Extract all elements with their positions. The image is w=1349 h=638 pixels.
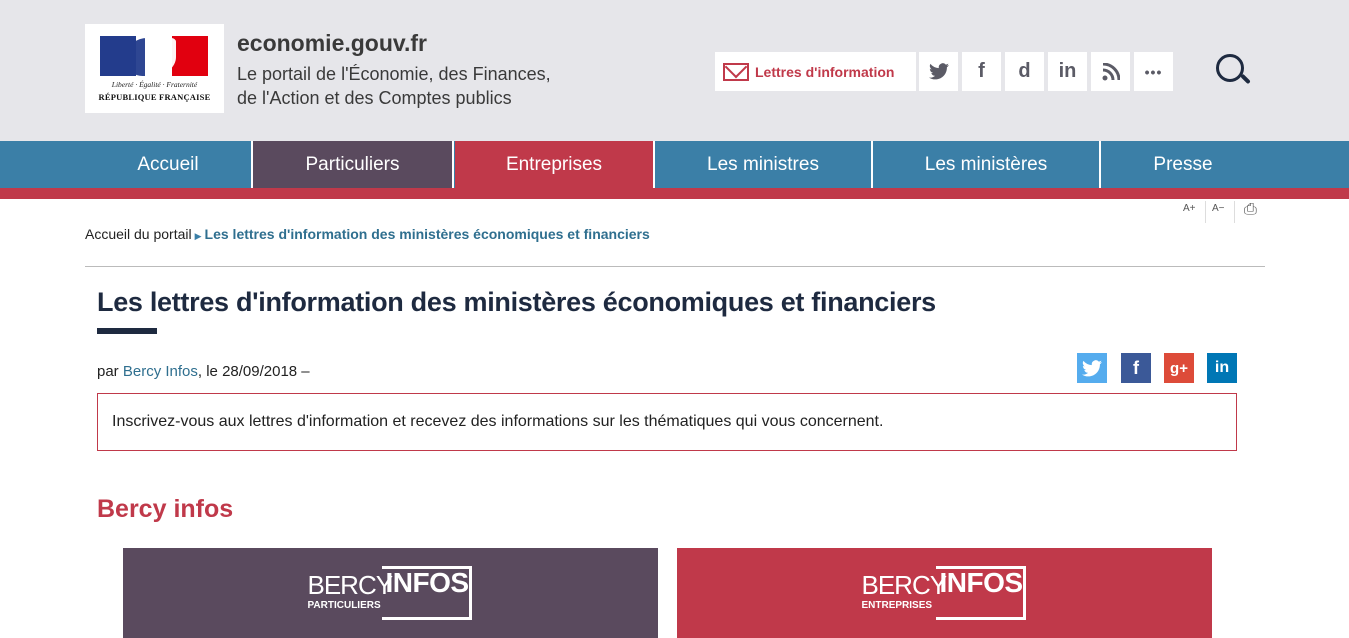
twitter-link[interactable]	[919, 52, 958, 91]
nav-item-presse[interactable]: Presse	[1101, 141, 1265, 188]
logo-infos: INFOS	[385, 567, 470, 598]
facebook-icon: f	[978, 60, 985, 82]
logo-bercy: BERCY	[861, 570, 948, 600]
rss-link[interactable]	[1091, 52, 1130, 91]
share-facebook-icon: f	[1133, 357, 1139, 378]
author-link[interactable]: Bercy Infos	[123, 363, 198, 380]
twitter-icon	[928, 63, 949, 80]
byline-prefix: par	[97, 363, 119, 380]
dailymotion-link[interactable]: d	[1005, 52, 1044, 91]
breadcrumb-current: Les lettres d'information des ministères…	[204, 226, 650, 242]
share-facebook-button[interactable]: f	[1121, 353, 1151, 383]
section-title: Bercy infos	[97, 495, 234, 523]
article-date: , le 28/09/2018 –	[197, 363, 310, 380]
print-icon[interactable]: ⎙	[1244, 201, 1257, 219]
marianne-flag-icon	[100, 36, 208, 76]
nav-item-les-ministres[interactable]: Les ministres	[655, 141, 873, 188]
logo-republic-name: RÉPUBLIQUE FRANÇAISE	[98, 92, 211, 102]
font-decrease-button[interactable]: A−	[1212, 203, 1225, 214]
site-description: Le portail de l'Économie, des Finances, …	[237, 62, 597, 110]
logo-sub: ENTREPRISES	[861, 600, 933, 611]
facebook-link[interactable]: f	[962, 52, 1001, 91]
linkedin-icon: in	[1058, 60, 1077, 82]
nav-item-entreprises[interactable]: Entreprises	[455, 141, 655, 188]
divider	[85, 266, 1265, 267]
logo-bercy: BERCY	[307, 570, 394, 600]
search-icon[interactable]	[1214, 52, 1251, 88]
share-twitter-icon	[1082, 359, 1102, 376]
more-icon: •••	[1144, 63, 1163, 80]
newsletter-label: Lettres d'information	[755, 63, 895, 80]
tool-divider	[1234, 201, 1235, 223]
intro-text: Inscrivez-vous aux lettres d'information…	[112, 413, 884, 430]
page-title: Les lettres d'information des ministères…	[97, 287, 936, 317]
republique-francaise-logo[interactable]: Liberté · Égalité · Fraternité RÉPUBLIQU…	[85, 24, 224, 113]
nav-item-les-ministeres[interactable]: Les ministères	[873, 141, 1101, 188]
article-byline: par Bercy Infos, le 28/09/2018 –	[97, 363, 310, 380]
bercy-infos-entreprises-card[interactable]: BERCY INFOS ENTREPRISES	[677, 548, 1212, 638]
site-name[interactable]: economie.gouv.fr	[237, 30, 427, 57]
more-link[interactable]: •••	[1134, 52, 1173, 91]
breadcrumb-home[interactable]: Accueil du portail	[85, 226, 192, 242]
mail-icon	[723, 62, 749, 81]
nav-item-accueil[interactable]: Accueil	[85, 141, 253, 188]
tool-divider	[1205, 201, 1206, 223]
share-twitter-button[interactable]	[1077, 353, 1107, 383]
share-googleplus-button[interactable]: g+	[1164, 353, 1194, 383]
share-linkedin-icon: in	[1214, 359, 1230, 376]
dailymotion-icon: d	[1018, 60, 1031, 82]
title-accent-bar	[97, 328, 157, 334]
chevron-right-icon: ▶	[194, 231, 202, 241]
nav-underline	[0, 188, 1349, 199]
newsletter-button[interactable]: Lettres d'information	[715, 52, 916, 91]
share-linkedin-button[interactable]: in	[1207, 353, 1237, 383]
logo-motto: Liberté · Égalité · Fraternité	[111, 80, 198, 89]
nav-item-particuliers[interactable]: Particuliers	[253, 141, 454, 188]
logo-infos: INFOS	[939, 567, 1024, 598]
bercy-infos-logo: BERCY INFOS PARTICULIERS	[308, 566, 474, 628]
logo-sub: PARTICULIERS	[307, 600, 381, 611]
site-description-line: de l'Action et des Comptes publics	[237, 88, 512, 108]
rss-icon	[1102, 62, 1120, 80]
bercy-infos-particuliers-card[interactable]: BERCY INFOS PARTICULIERS	[123, 548, 658, 638]
share-googleplus-icon: g+	[1170, 359, 1188, 377]
bercy-infos-logo: BERCY INFOS ENTREPRISES	[862, 566, 1028, 628]
intro-box: Inscrivez-vous aux lettres d'information…	[97, 393, 1237, 451]
linkedin-link[interactable]: in	[1048, 52, 1087, 91]
font-increase-button[interactable]: A+	[1183, 203, 1196, 214]
site-description-line: Le portail de l'Économie, des Finances,	[237, 64, 551, 84]
breadcrumb: Accueil du portail ▶ Les lettres d'informa…	[85, 226, 650, 242]
